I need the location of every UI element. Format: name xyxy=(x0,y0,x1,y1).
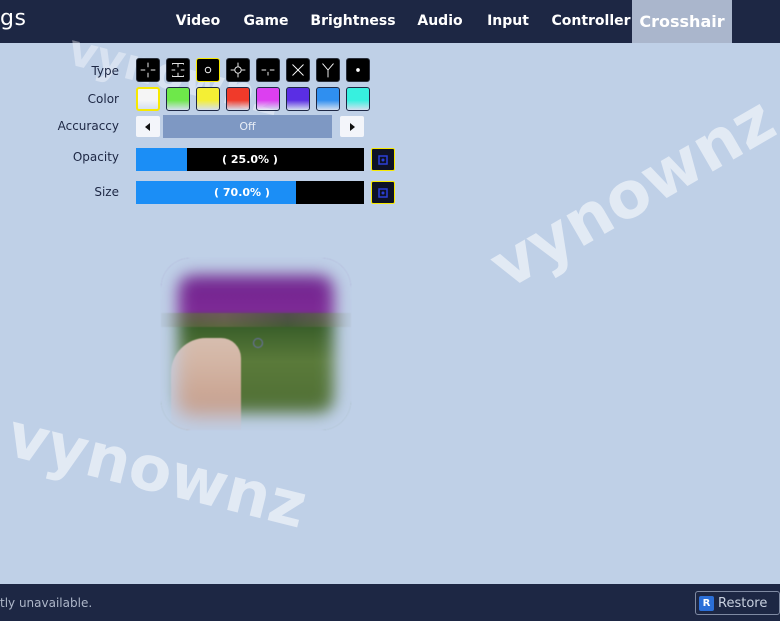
size-slider[interactable]: ( 70.0% ) xyxy=(136,181,364,204)
crosshair-type-circle[interactable] xyxy=(196,58,220,82)
accuracy-label: Accuraccy xyxy=(57,119,119,133)
crosshair-plus-brackets-icon xyxy=(171,63,185,77)
crosshair-type-t-shape[interactable] xyxy=(256,58,280,82)
color-swatch-1[interactable] xyxy=(136,87,160,111)
reset-icon xyxy=(378,154,388,165)
restore-label: Restore xyxy=(718,595,768,611)
crosshair-x-shape-icon xyxy=(292,64,304,76)
accuracy-prev-button[interactable] xyxy=(136,116,160,137)
tab-game[interactable]: Game xyxy=(237,0,295,43)
arrow-right-icon xyxy=(350,122,355,131)
size-reset-button[interactable] xyxy=(371,181,395,204)
opacity-label: Opacity xyxy=(72,150,119,164)
tab-crosshair[interactable]: Crosshair xyxy=(632,0,732,43)
color-label: Color xyxy=(87,92,119,106)
opacity-slider[interactable]: ( 25.0% ) xyxy=(136,148,364,171)
color-swatch-2[interactable] xyxy=(166,87,190,111)
opacity-reset-button[interactable] xyxy=(371,148,395,171)
crosshair-t-shape-icon xyxy=(261,69,275,76)
crosshair-type-dot[interactable] xyxy=(346,58,370,82)
crosshair-circle-plus-icon xyxy=(230,62,246,78)
app-title: gs xyxy=(0,6,27,31)
status-text: tly unavailable. xyxy=(0,596,93,610)
restore-button[interactable]: R Restore xyxy=(695,591,780,615)
bottom-bar: tly unavailable. xyxy=(0,584,780,621)
crosshair-plus-gap-icon xyxy=(140,62,156,78)
tab-audio[interactable]: Audio xyxy=(411,0,469,43)
tab-brightness[interactable]: Brightness xyxy=(305,0,401,43)
reset-icon xyxy=(378,187,388,198)
accuracy-next-button[interactable] xyxy=(340,116,364,137)
crosshair-y-shape-icon xyxy=(322,63,334,78)
crosshair-type-x-shape[interactable] xyxy=(286,58,310,82)
crosshair-type-plus-brackets[interactable] xyxy=(166,58,190,82)
crosshair-type-plus-gap[interactable] xyxy=(136,58,160,82)
watermark-right: vynownz xyxy=(478,82,780,305)
crosshair-circle-icon xyxy=(204,66,212,74)
type-label: Type xyxy=(91,64,119,78)
color-swatch-6[interactable] xyxy=(286,87,310,111)
tab-input[interactable]: Input xyxy=(479,0,537,43)
color-swatch-5[interactable] xyxy=(256,87,280,111)
arrow-left-icon xyxy=(145,122,150,131)
crosshair-type-y-shape[interactable] xyxy=(316,58,340,82)
crosshair-preview xyxy=(161,258,351,430)
top-bar: gs Video Game Brightness Audio Input Con… xyxy=(0,0,780,43)
size-slider-text: ( 70.0% ) xyxy=(214,186,270,199)
tab-controller[interactable]: Controller xyxy=(547,0,635,43)
preview-fade xyxy=(161,258,351,430)
crosshair-type-circle-plus[interactable] xyxy=(226,58,250,82)
color-swatch-4[interactable] xyxy=(226,87,250,111)
tab-video[interactable]: Video xyxy=(168,0,228,43)
crosshair-dot-icon xyxy=(356,68,360,72)
color-swatch-7[interactable] xyxy=(316,87,340,111)
restore-key-badge: R xyxy=(699,595,714,611)
color-swatch-3[interactable] xyxy=(196,87,220,111)
size-label: Size xyxy=(94,185,119,199)
color-swatch-8[interactable] xyxy=(346,87,370,111)
accuracy-value: Off xyxy=(163,115,332,138)
opacity-slider-text: ( 25.0% ) xyxy=(222,153,278,166)
